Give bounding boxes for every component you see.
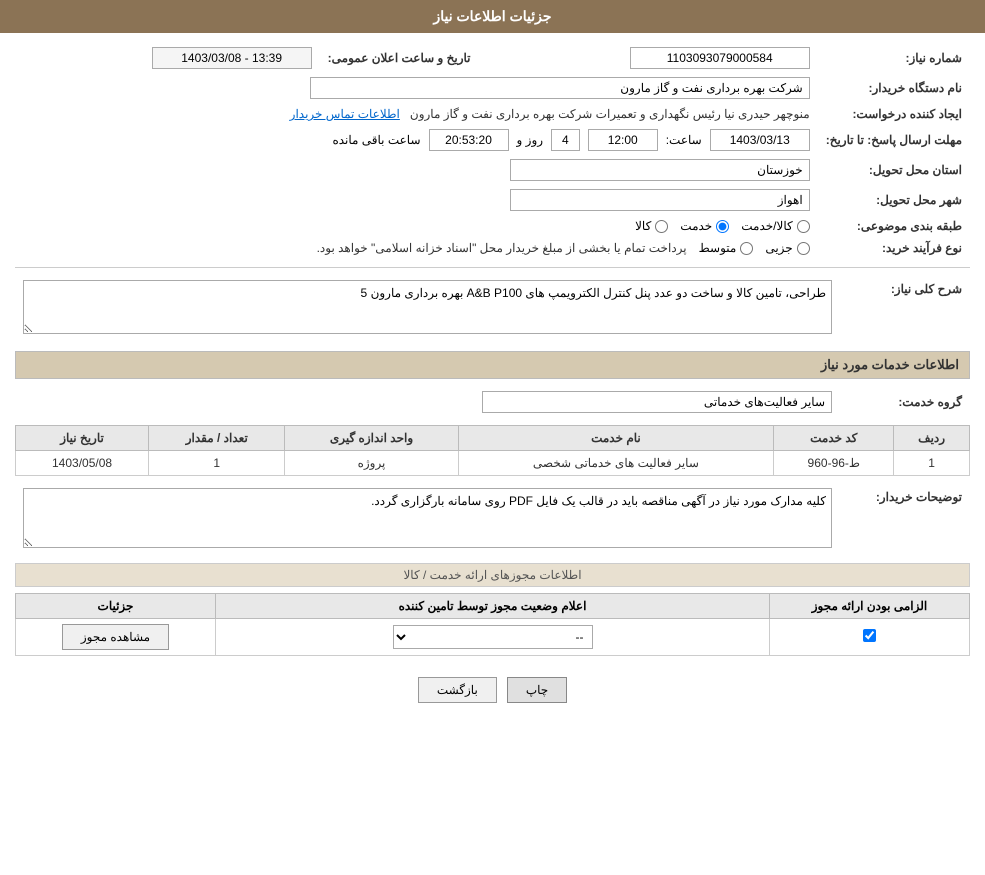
tabaqe-kala-label: کالا xyxy=(635,219,651,233)
khadamat-row: 1 ط-96-960 سایر فعالیت های خدماتی شخصی پ… xyxy=(16,451,970,476)
tosihaat-textarea[interactable] xyxy=(23,488,832,548)
mohlat-saat-label: ساعت باقی مانده xyxy=(332,133,420,147)
cell-kod: ط-96-960 xyxy=(774,451,894,476)
tarikh-input[interactable] xyxy=(152,47,312,69)
shomara-niaz-input[interactable] xyxy=(630,47,810,69)
radio-jazii[interactable]: جزیی xyxy=(765,241,809,255)
radio-kala[interactable]: کالا xyxy=(635,219,668,233)
col-tedad: تعداد / مقدار xyxy=(149,426,285,451)
sharh-label: شرح کلی نیاز: xyxy=(840,276,970,341)
radio-kala-khadamat-input[interactable] xyxy=(797,220,810,233)
radio-motavaset-input[interactable] xyxy=(740,242,753,255)
moshahedan-btn[interactable]: مشاهده مجوز xyxy=(62,624,169,650)
bottom-buttons: چاپ بازگشت xyxy=(15,662,970,718)
page-wrapper: جزئیات اطلاعات نیاز شماره نیاز: تاریخ و … xyxy=(0,0,985,875)
khadamat-table: ردیف کد خدمت نام خدمت واحد اندازه گیری ت… xyxy=(15,425,970,476)
cell-elzami xyxy=(770,619,970,656)
mojozha-title: اطلاعات مجوزهای ارائه خدمت / کالا xyxy=(15,563,970,587)
radio-khadamat-input[interactable] xyxy=(716,220,729,233)
nov-jazii-label: جزیی xyxy=(765,241,792,255)
nov-farayand-label: نوع فرآیند خرید: xyxy=(818,237,970,259)
ostan-input[interactable] xyxy=(510,159,810,181)
tosihaat-label: توضیحات خریدار: xyxy=(840,484,970,555)
group-table: گروه خدمت: xyxy=(15,387,970,417)
sharh-table: شرح کلی نیاز: xyxy=(15,276,970,341)
radio-kala-khadamat[interactable]: کالا/خدمت xyxy=(741,219,809,233)
shahr-input[interactable] xyxy=(510,189,810,211)
tabaqe-kala-khadamat-label: کالا/خدمت xyxy=(741,219,792,233)
col-nam: نام خدمت xyxy=(458,426,774,451)
divider-1 xyxy=(15,267,970,268)
elam-select[interactable]: -- xyxy=(393,625,593,649)
cell-tedad: 1 xyxy=(149,451,285,476)
radio-khadamat[interactable]: خدمت xyxy=(680,219,729,233)
mohlat-date-input[interactable] xyxy=(710,129,810,151)
col-radif: ردیف xyxy=(894,426,970,451)
shomara-niaz-label: شماره نیاز: xyxy=(818,43,970,73)
mojozha-row: -- مشاهده مجوز xyxy=(16,619,970,656)
col-vahed: واحد اندازه گیری xyxy=(285,426,458,451)
tarikh-label: تاریخ و ساعت اعلان عمومی: xyxy=(320,43,479,73)
nam-dastgah-input[interactable] xyxy=(310,77,810,99)
radio-kala-input[interactable] xyxy=(655,220,668,233)
cell-radif: 1 xyxy=(894,451,970,476)
col-kod: کد خدمت xyxy=(774,426,894,451)
mojozha-table: الزامی بودن ارائه مجوز اعلام وضعیت مجوز … xyxy=(15,593,970,656)
col-joziyat: جزئیات xyxy=(16,594,216,619)
mohlat-roz-value: 4 xyxy=(551,129,580,151)
elzami-checkbox[interactable] xyxy=(863,629,876,642)
chap-button[interactable]: چاپ xyxy=(507,677,567,703)
col-elam: اعلام وضعیت مجوز توسط تامین کننده xyxy=(216,594,770,619)
col-tarikh: تاریخ نیاز xyxy=(16,426,149,451)
mohlat-time-input[interactable] xyxy=(588,129,658,151)
cell-vahed: پروژه xyxy=(285,451,458,476)
group-label: گروه خدمت: xyxy=(840,387,970,417)
page-title: جزئیات اطلاعات نیاز xyxy=(433,8,551,24)
nov-note: پرداخت تمام یا بخشی از مبلغ خریدار محل "… xyxy=(317,241,687,255)
bazgasht-button[interactable]: بازگشت xyxy=(418,677,497,703)
ijad-konande-label: ایجاد کننده درخواست: xyxy=(818,103,970,125)
cell-joziyat: مشاهده مجوز xyxy=(16,619,216,656)
basic-info-table: شماره نیاز: تاریخ و ساعت اعلان عمومی: نا… xyxy=(15,43,970,259)
radio-motavaset[interactable]: متوسط xyxy=(699,241,754,255)
mohlat-time-label: ساعت: xyxy=(666,133,702,147)
mohlat-roz-label: روز و xyxy=(517,133,544,147)
main-content: شماره نیاز: تاریخ و ساعت اعلان عمومی: نا… xyxy=(0,33,985,728)
nam-dastgah-label: نام دستگاه خریدار: xyxy=(818,73,970,103)
tosihaat-table: توضیحات خریدار: xyxy=(15,484,970,555)
mohlat-label: مهلت ارسال پاسخ: تا تاریخ: xyxy=(818,125,970,155)
radio-jazii-input[interactable] xyxy=(797,242,810,255)
sharh-textarea[interactable] xyxy=(23,280,832,334)
khadamat-section-title: اطلاعات خدمات مورد نیاز xyxy=(15,351,970,379)
group-input[interactable] xyxy=(482,391,832,413)
ostan-label: استان محل تحویل: xyxy=(818,155,970,185)
cell-nam: سایر فعالیت های خدماتی شخصی xyxy=(458,451,774,476)
mohlat-saat-input[interactable] xyxy=(429,129,509,151)
col-elzami: الزامی بودن ارائه مجوز xyxy=(770,594,970,619)
cell-elam: -- xyxy=(216,619,770,656)
tabaqe-label: طبقه بندی موضوعی: xyxy=(818,215,970,237)
cell-tarikh: 1403/05/08 xyxy=(16,451,149,476)
ijad-konande-link[interactable]: اطلاعات تماس خریدار xyxy=(290,107,400,121)
page-header: جزئیات اطلاعات نیاز xyxy=(0,0,985,33)
shahr-label: شهر محل تحویل: xyxy=(818,185,970,215)
ijad-konande-value: منوچهر حیدری نیا رئیس نگهداری و تعمیرات … xyxy=(410,107,810,121)
tabaqe-khadamat-label: خدمت xyxy=(680,219,712,233)
nov-motavaset-label: متوسط xyxy=(699,241,737,255)
